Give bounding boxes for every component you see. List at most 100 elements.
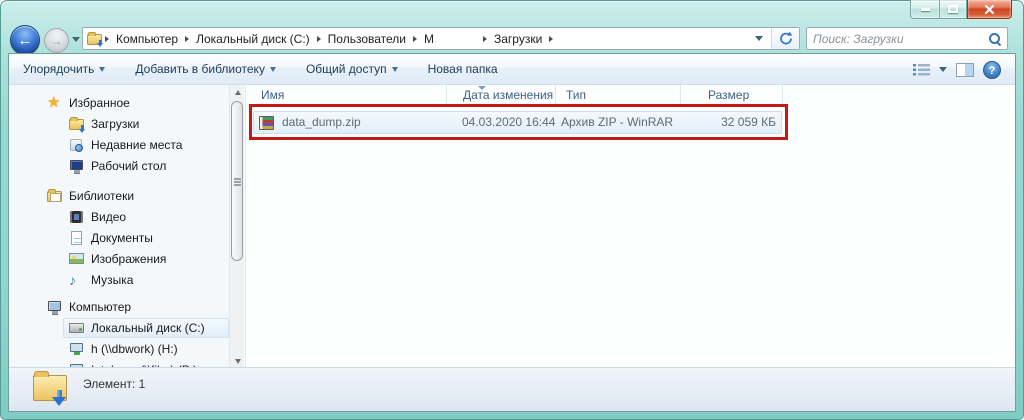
hard-drive-icon bbox=[69, 320, 85, 336]
item-count-label: Элемент: 1 bbox=[83, 377, 145, 391]
column-header-name[interactable]: Имя bbox=[261, 88, 284, 102]
sidebar-item-local-disk-c[interactable]: Локальный диск (C:) bbox=[69, 318, 205, 338]
network-drive-icon bbox=[69, 341, 85, 357]
column-header-date[interactable]: Дата изменения bbox=[463, 88, 553, 102]
window-controls bbox=[910, 0, 1012, 19]
scroll-down-icon bbox=[235, 359, 241, 364]
breadcrumb-computer[interactable]: Компьютер bbox=[111, 32, 183, 46]
status-bar: Элемент: 1 bbox=[9, 367, 1015, 411]
address-bar-controls bbox=[747, 28, 799, 49]
sidebar-item-label: h (\\dbwork) (H:) bbox=[91, 342, 178, 356]
sidebar-scrollbar[interactable] bbox=[229, 85, 244, 369]
add-to-library-label: Добавить в библиотеку bbox=[135, 62, 265, 76]
sidebar-item-music[interactable]: ♪ Музыка bbox=[69, 270, 133, 290]
column-divider[interactable] bbox=[680, 85, 681, 106]
back-button[interactable]: ← bbox=[10, 25, 40, 55]
breadcrumb-username[interactable]: M bbox=[419, 32, 481, 46]
desktop-icon bbox=[69, 158, 85, 174]
sidebar-item-downloads[interactable]: Загрузки bbox=[69, 114, 139, 134]
forward-button[interactable]: → bbox=[44, 28, 69, 53]
share-label: Общий доступ bbox=[306, 62, 387, 76]
breadcrumb-users[interactable]: Пользователи bbox=[323, 32, 411, 46]
breadcrumb-separator-icon bbox=[185, 36, 189, 42]
sidebar-item-label: Документы bbox=[91, 231, 153, 245]
file-date: 04.03.2020 16:44 bbox=[462, 112, 555, 133]
column-divider[interactable] bbox=[446, 85, 447, 106]
refresh-button[interactable] bbox=[771, 28, 799, 49]
file-name: data_dump.zip bbox=[282, 112, 361, 133]
sidebar-item-label: Музыка bbox=[91, 273, 133, 287]
column-header-type[interactable]: Тип bbox=[566, 88, 586, 102]
sidebar-section-label: Избранное bbox=[69, 96, 130, 110]
sidebar-item-documents[interactable]: Документы bbox=[69, 228, 153, 248]
view-mode-dropdown-icon[interactable] bbox=[939, 67, 947, 72]
close-button[interactable] bbox=[967, 0, 1012, 19]
download-arrow-icon bbox=[51, 390, 67, 407]
toolbar-view-controls: ? bbox=[913, 54, 1001, 85]
back-arrow-icon: ← bbox=[18, 32, 33, 49]
new-folder-button[interactable]: Новая папка bbox=[428, 62, 498, 76]
sidebar-item-desktop[interactable]: Рабочий стол bbox=[69, 156, 166, 176]
scrollbar-grip-icon bbox=[234, 178, 241, 180]
search-icon[interactable] bbox=[988, 32, 1002, 46]
history-dropdown-icon[interactable] bbox=[72, 37, 80, 42]
forward-arrow-icon: → bbox=[51, 34, 63, 48]
organize-label: Упорядочить bbox=[23, 62, 94, 76]
libraries-icon bbox=[47, 188, 63, 204]
sidebar-section-computer[interactable]: Компьютер bbox=[47, 297, 131, 317]
sidebar-section-libraries[interactable]: Библиотеки bbox=[47, 186, 134, 206]
video-icon bbox=[69, 209, 85, 225]
scroll-up-button[interactable] bbox=[230, 85, 245, 100]
column-headers: Имя Дата изменения Тип Размер bbox=[246, 85, 1016, 106]
column-header-size[interactable]: Размер bbox=[708, 88, 749, 102]
column-divider[interactable] bbox=[555, 85, 556, 106]
chevron-down-icon bbox=[270, 67, 276, 72]
sidebar-section-favorites[interactable]: ★ Избранное bbox=[47, 93, 130, 113]
sidebar-item-label: Изображения bbox=[91, 252, 166, 266]
preview-pane-icon[interactable] bbox=[956, 63, 974, 77]
pictures-icon bbox=[69, 251, 85, 267]
maximize-icon bbox=[948, 5, 958, 13]
file-list-pane: Имя Дата изменения Тип Размер data_dump.… bbox=[245, 85, 1016, 369]
scroll-up-icon bbox=[235, 90, 241, 95]
column-divider[interactable] bbox=[782, 85, 783, 106]
sidebar-item-network-drive-h[interactable]: h (\\dbwork) (H:) bbox=[69, 339, 178, 359]
close-icon bbox=[984, 4, 995, 15]
breadcrumb-downloads[interactable]: Загрузки bbox=[489, 32, 547, 46]
file-type: Архив ZIP - WinRAR bbox=[561, 112, 673, 133]
explorer-window: ← → Компьютер Локальный диск (C:) Пользо… bbox=[0, 0, 1024, 420]
view-mode-icon[interactable] bbox=[913, 63, 930, 76]
sidebar-item-pictures[interactable]: Изображения bbox=[69, 249, 166, 269]
sidebar-item-label: Локальный диск (C:) bbox=[91, 321, 205, 335]
address-bar[interactable]: Компьютер Локальный диск (C:) Пользовате… bbox=[82, 27, 800, 50]
breadcrumb-separator-icon bbox=[413, 36, 417, 42]
sidebar-section-label: Компьютер bbox=[69, 300, 131, 314]
breadcrumb-separator-icon bbox=[105, 36, 109, 42]
sidebar-section-label: Библиотеки bbox=[69, 189, 134, 203]
sidebar-item-recent-places[interactable]: Недавние места bbox=[69, 135, 182, 155]
breadcrumb-local-disk[interactable]: Локальный диск (C:) bbox=[191, 32, 315, 46]
file-row-data-dump-zip[interactable]: data_dump.zip 04.03.2020 16:44 Архив ZIP… bbox=[253, 111, 782, 134]
command-toolbar: Упорядочить Добавить в библиотеку Общий … bbox=[9, 54, 1015, 85]
downloads-folder-icon bbox=[87, 31, 103, 47]
help-button[interactable]: ? bbox=[983, 61, 1001, 79]
sidebar-item-label: Видео bbox=[91, 210, 126, 224]
address-dropdown-icon[interactable] bbox=[747, 36, 771, 41]
navigation-pane: ★ Избранное Загрузки Недавние места Рабо… bbox=[9, 85, 229, 369]
organize-button[interactable]: Упорядочить bbox=[23, 62, 105, 76]
sidebar-item-label: Загрузки bbox=[91, 117, 139, 131]
sidebar-item-label: Рабочий стол bbox=[91, 159, 166, 173]
file-size: 32 059 КБ bbox=[674, 112, 776, 133]
minimize-button[interactable] bbox=[910, 0, 939, 19]
computer-icon bbox=[47, 299, 63, 315]
sidebar-item-video[interactable]: Видео bbox=[69, 207, 126, 227]
help-icon: ? bbox=[989, 65, 996, 77]
add-to-library-button[interactable]: Добавить в библиотеку bbox=[135, 62, 276, 76]
breadcrumb-separator-icon bbox=[317, 36, 321, 42]
scrollbar-thumb[interactable] bbox=[231, 101, 243, 261]
maximize-button[interactable] bbox=[939, 0, 967, 19]
downloads-folder-icon bbox=[69, 116, 85, 132]
search-input[interactable] bbox=[807, 28, 988, 49]
client-area: Упорядочить Добавить в библиотеку Общий … bbox=[8, 53, 1016, 412]
share-button[interactable]: Общий доступ bbox=[306, 62, 398, 76]
